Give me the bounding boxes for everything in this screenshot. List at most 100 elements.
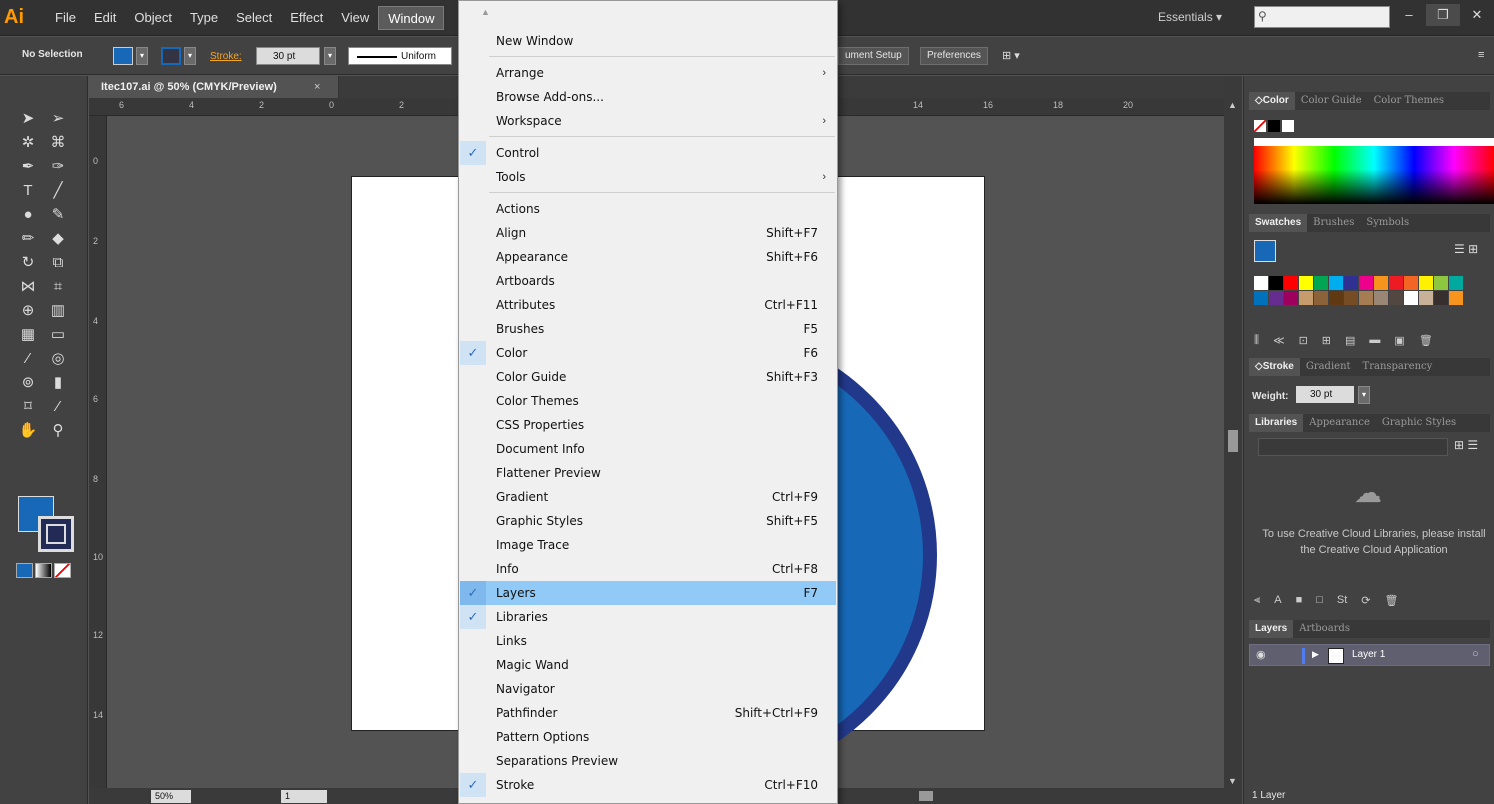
tab-symbols[interactable]: Symbols xyxy=(1360,214,1415,232)
horizontal-scroll-thumb[interactable] xyxy=(919,791,933,801)
color-swatch[interactable] xyxy=(1329,291,1343,305)
menu-item[interactable]: Info Ctrl+F8 xyxy=(460,557,836,581)
swatch-options-icon[interactable]: ⊞ xyxy=(1322,334,1331,347)
vertical-scrollbar[interactable]: ▲ ▼ xyxy=(1224,76,1242,788)
symbol-sprayer-tool-icon[interactable]: ⊚ xyxy=(14,374,42,391)
color-swatch[interactable] xyxy=(1434,276,1448,290)
direct-selection-tool-icon[interactable]: ➢ xyxy=(44,110,72,127)
tab-color[interactable]: ◇Color xyxy=(1249,92,1295,110)
panel-menu-icon[interactable]: ≡ xyxy=(1478,49,1484,61)
menu-type[interactable]: Type xyxy=(181,6,227,30)
stroke-color-box[interactable] xyxy=(38,516,74,552)
new-swatch-icon[interactable]: ▣ xyxy=(1394,334,1404,347)
menu-item[interactable]: Image Trace xyxy=(460,533,836,557)
color-swatch[interactable] xyxy=(1389,276,1403,290)
menu-item[interactable]: Actions xyxy=(460,197,836,221)
stroke-dropdown-arrow[interactable]: ▾ xyxy=(184,47,196,65)
stroke-color-swatch[interactable] xyxy=(161,47,181,65)
menu-item[interactable]: ✓ Libraries xyxy=(460,605,836,629)
menu-item[interactable]: CSS Properties xyxy=(460,413,836,437)
color-swatch[interactable] xyxy=(1269,291,1283,305)
menu-item[interactable]: Navigator xyxy=(460,677,836,701)
close-tab-icon[interactable]: × xyxy=(314,81,320,93)
character-style-icon[interactable]: A xyxy=(1274,594,1281,607)
color-swatch[interactable] xyxy=(1329,276,1343,290)
color-swatch[interactable] xyxy=(1284,291,1298,305)
menu-item[interactable]: Workspace › xyxy=(460,109,836,133)
color-spectrum[interactable] xyxy=(1254,146,1494,204)
minimize-button[interactable]: – xyxy=(1392,4,1426,26)
preferences-button[interactable]: Preferences xyxy=(920,47,988,65)
color-swatch[interactable] xyxy=(1374,276,1388,290)
color-swatch[interactable] xyxy=(1344,291,1358,305)
gradient-mode-button[interactable] xyxy=(35,563,52,578)
stroke-profile-select[interactable]: Uniform xyxy=(348,47,452,65)
tab-graphic-styles[interactable]: Graphic Styles xyxy=(1376,414,1462,432)
rotate-tool-icon[interactable]: ↻ xyxy=(14,254,42,271)
ellipse-tool-icon[interactable]: ● xyxy=(14,206,42,223)
eyedropper-tool-icon[interactable]: ⁄ xyxy=(14,350,42,367)
menu-scroll-up-icon[interactable]: ▲ xyxy=(481,7,490,17)
color-swatch[interactable] xyxy=(1269,276,1283,290)
scroll-down-icon[interactable]: ▼ xyxy=(1228,776,1237,786)
trash-icon[interactable]: 🗑 xyxy=(1419,334,1433,347)
menu-item[interactable]: Magic Wand xyxy=(460,653,836,677)
grid-view-icon[interactable]: ⊞ ☰ xyxy=(1454,438,1478,452)
menu-item[interactable]: Document Info xyxy=(460,437,836,461)
zoom-tool-icon[interactable]: ⚲ xyxy=(44,422,72,439)
color-swatch[interactable] xyxy=(1314,276,1328,290)
current-fill-swatch[interactable] xyxy=(1254,240,1276,262)
menu-item[interactable]: Brushes F5 xyxy=(460,317,836,341)
color-swatch[interactable] xyxy=(1419,276,1433,290)
show-kinds-icon[interactable]: ⊡ xyxy=(1299,334,1308,347)
tab-color-themes[interactable]: Color Themes xyxy=(1368,92,1450,110)
graphic-icon[interactable]: ⫷ xyxy=(1254,594,1260,607)
scale-tool-icon[interactable]: ⧉ xyxy=(44,254,72,271)
stroke-weight-input[interactable]: 30 pt xyxy=(256,47,320,65)
menu-item[interactable]: Pattern Options xyxy=(460,725,836,749)
mesh-tool-icon[interactable]: ▦ xyxy=(14,326,42,343)
menu-item[interactable]: ✓ Layers F7 xyxy=(460,581,836,605)
menu-item[interactable]: ✓ Color F6 xyxy=(460,341,836,365)
type-tool-icon[interactable]: T xyxy=(14,182,42,199)
color-swatch[interactable] xyxy=(1284,276,1298,290)
eraser-tool-icon[interactable]: ◆ xyxy=(44,230,72,247)
menu-item[interactable]: Artboards xyxy=(460,269,836,293)
column-graph-tool-icon[interactable]: ▮ xyxy=(44,374,72,391)
document-setup-button[interactable]: ument Setup xyxy=(838,47,909,65)
menu-view[interactable]: View xyxy=(332,6,378,30)
menu-select[interactable]: Select xyxy=(227,6,281,30)
stroke-weight-dropdown[interactable]: ▾ xyxy=(324,47,336,65)
color-swatch[interactable] xyxy=(1404,276,1418,290)
menu-item[interactable]: ✓ Control xyxy=(460,141,836,165)
menu-object[interactable]: Object xyxy=(125,6,181,30)
color-swatch[interactable] xyxy=(1434,291,1448,305)
menu-item[interactable]: Links xyxy=(460,629,836,653)
color-swatch[interactable] xyxy=(1389,291,1403,305)
none-mode-button[interactable] xyxy=(54,563,71,578)
color-swatch[interactable] xyxy=(1359,276,1373,290)
close-button[interactable]: ✕ xyxy=(1460,4,1494,26)
stroke-weight-field-dropdown[interactable]: ▾ xyxy=(1358,386,1370,404)
color-swatch[interactable] xyxy=(1404,291,1418,305)
color-swatch[interactable] xyxy=(1254,291,1268,305)
arrange-documents-icon[interactable]: ⊞ ▾ xyxy=(1002,49,1020,62)
color-swatch[interactable] xyxy=(1419,291,1433,305)
color-swatch[interactable] xyxy=(1359,291,1373,305)
tab-swatches[interactable]: Swatches xyxy=(1249,214,1308,232)
menu-item[interactable]: ✓ Stroke Ctrl+F10 xyxy=(460,773,836,797)
document-tab[interactable]: Itec107.ai @ 50% (CMYK/Preview) × xyxy=(89,76,339,98)
color-swatch[interactable] xyxy=(1449,291,1463,305)
color-swatch[interactable] xyxy=(1344,276,1358,290)
menu-edit[interactable]: Edit xyxy=(85,6,125,30)
list-view-icon[interactable]: ☰ ⊞ xyxy=(1454,242,1478,256)
fill-color-swatch[interactable] xyxy=(113,47,133,65)
menu-item[interactable]: Color Guide Shift+F3 xyxy=(460,365,836,389)
tab-brushes[interactable]: Brushes xyxy=(1307,214,1360,232)
menu-item[interactable]: Attributes Ctrl+F11 xyxy=(460,293,836,317)
blend-tool-icon[interactable]: ◎ xyxy=(44,350,72,367)
pen-tool-icon[interactable]: ✒ xyxy=(14,158,42,175)
new-color-group-icon[interactable]: ▤ xyxy=(1345,334,1355,347)
tab-stroke[interactable]: ◇Stroke xyxy=(1249,358,1300,376)
stroke-weight-field[interactable]: 30 pt xyxy=(1296,386,1354,403)
